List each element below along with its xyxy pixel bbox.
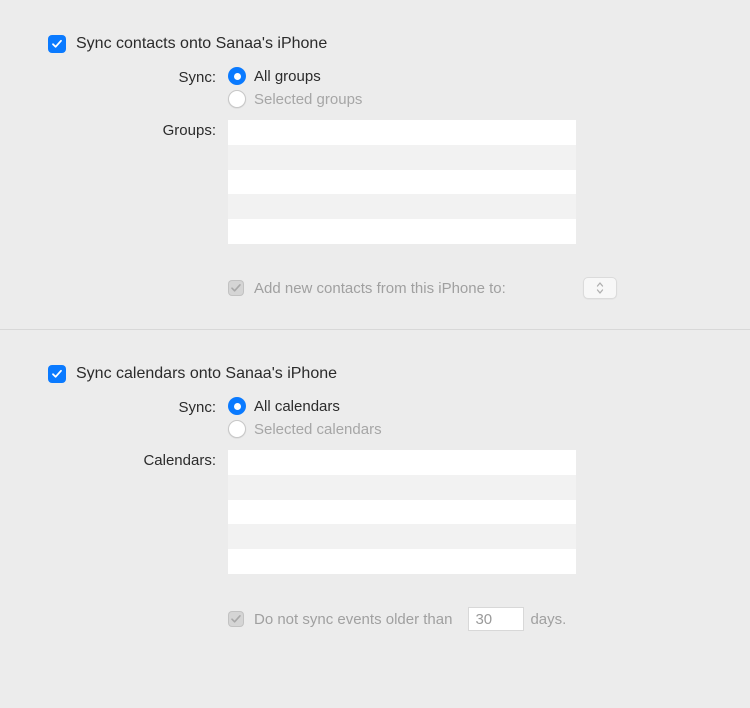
dont-sync-text: Do not sync events older than xyxy=(254,611,452,628)
radio-all-calendars-row[interactable]: All calendars xyxy=(228,397,382,415)
list-item xyxy=(228,450,576,475)
calendars-header-row: Sync calendars onto Sanaa's iPhone xyxy=(48,365,702,383)
list-item xyxy=(228,549,576,574)
add-contacts-popup[interactable] xyxy=(583,277,617,299)
contacts-radio-group: All groups Selected groups xyxy=(228,67,362,108)
calendars-header-text: Sync calendars onto Sanaa's iPhone xyxy=(76,365,337,383)
calendars-section: Sync calendars onto Sanaa's iPhone Sync:… xyxy=(0,329,750,661)
checkmark-icon xyxy=(51,38,63,50)
days-input[interactable] xyxy=(468,607,524,631)
list-item xyxy=(228,120,576,145)
list-item xyxy=(228,170,576,195)
dont-sync-row: Do not sync events older than days. xyxy=(228,607,702,631)
radio-selected-groups-row[interactable]: Selected groups xyxy=(228,90,362,108)
radio-all-calendars-label: All calendars xyxy=(254,398,340,415)
contacts-header-row: Sync contacts onto Sanaa's iPhone xyxy=(48,35,702,53)
add-contacts-row: Add new contacts from this iPhone to: xyxy=(228,277,702,299)
days-suffix: days. xyxy=(530,611,566,628)
groups-label: Groups: xyxy=(76,120,228,139)
checkmark-icon xyxy=(51,368,63,380)
radio-all-groups-label: All groups xyxy=(254,68,321,85)
radio-all-groups-row[interactable]: All groups xyxy=(228,67,362,85)
radio-all-calendars[interactable] xyxy=(228,397,246,415)
radio-selected-groups-label: Selected groups xyxy=(254,91,362,108)
radio-all-groups[interactable] xyxy=(228,67,246,85)
checkmark-icon xyxy=(230,282,242,294)
calendars-radio-group: All calendars Selected calendars xyxy=(228,397,382,438)
chevron-updown-icon xyxy=(596,281,604,295)
groups-row: Groups: xyxy=(48,120,702,244)
contacts-header-text: Sync contacts onto Sanaa's iPhone xyxy=(76,35,327,53)
list-item xyxy=(228,219,576,244)
calendars-list-row: Calendars: xyxy=(48,450,702,574)
sync-contacts-checkbox[interactable] xyxy=(48,35,66,53)
list-item xyxy=(228,500,576,525)
checkmark-icon xyxy=(230,613,242,625)
contacts-sync-label: Sync: xyxy=(76,67,228,86)
radio-selected-calendars[interactable] xyxy=(228,420,246,438)
sync-calendars-checkbox[interactable] xyxy=(48,365,66,383)
radio-selected-calendars-label: Selected calendars xyxy=(254,421,382,438)
contacts-sync-row: Sync: All groups Selected groups xyxy=(48,67,702,108)
calendars-list-label: Calendars: xyxy=(76,450,228,469)
calendars-sync-row: Sync: All calendars Selected calendars xyxy=(48,397,702,438)
add-contacts-text: Add new contacts from this iPhone to: xyxy=(254,280,506,297)
radio-selected-groups[interactable] xyxy=(228,90,246,108)
calendars-listbox[interactable] xyxy=(228,450,576,574)
groups-listbox[interactable] xyxy=(228,120,576,244)
list-item xyxy=(228,475,576,500)
calendars-sync-label: Sync: xyxy=(76,397,228,416)
contacts-section: Sync contacts onto Sanaa's iPhone Sync: … xyxy=(0,35,750,329)
dont-sync-checkbox xyxy=(228,611,244,627)
add-contacts-checkbox xyxy=(228,280,244,296)
list-item xyxy=(228,194,576,219)
radio-selected-calendars-row[interactable]: Selected calendars xyxy=(228,420,382,438)
list-item xyxy=(228,145,576,170)
list-item xyxy=(228,524,576,549)
